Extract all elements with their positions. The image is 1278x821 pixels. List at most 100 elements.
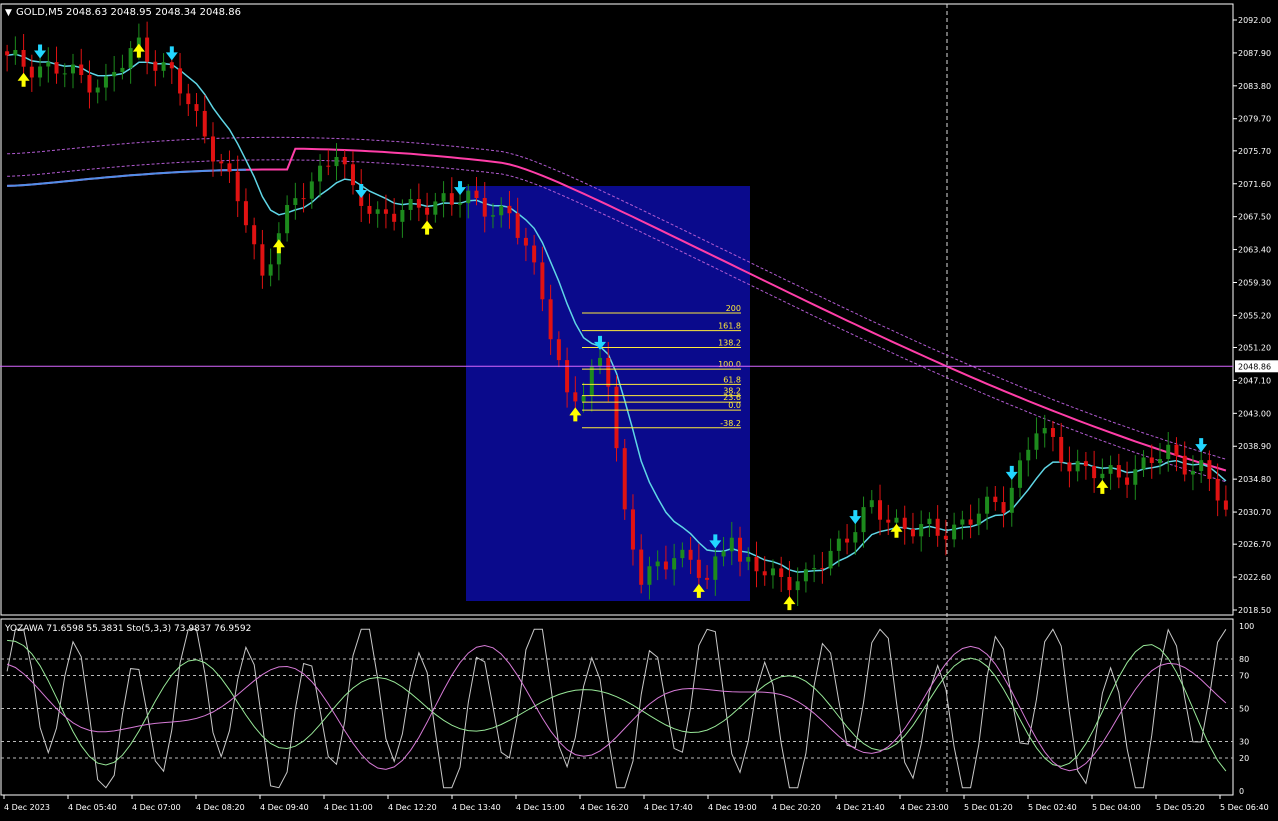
candle-body[interactable] (235, 171, 240, 202)
candle-body[interactable] (1158, 459, 1163, 463)
candle-body[interactable] (392, 213, 397, 222)
candle-body[interactable] (186, 93, 191, 105)
candle-body[interactable] (968, 519, 973, 525)
candle-body[interactable] (153, 61, 158, 71)
candle-body[interactable] (515, 213, 520, 238)
candle-body[interactable] (1092, 466, 1097, 479)
candle-body[interactable] (350, 164, 355, 186)
candle-body[interactable] (1034, 433, 1039, 450)
sell-arrow-icon[interactable] (165, 46, 178, 61)
candle-body[interactable] (128, 48, 133, 68)
candle-body[interactable] (260, 244, 265, 276)
candle-body[interactable] (499, 205, 504, 216)
candle-body[interactable] (70, 64, 75, 74)
candle-body[interactable] (38, 66, 43, 78)
sell-arrow-icon[interactable] (355, 183, 368, 198)
candle-body[interactable] (13, 49, 18, 56)
candle-body[interactable] (705, 577, 710, 580)
candle-body[interactable] (458, 203, 463, 205)
candle-body[interactable] (960, 519, 965, 525)
candle-body[interactable] (828, 550, 833, 569)
candle-body[interactable] (556, 339, 561, 361)
candle-body[interactable] (919, 524, 924, 537)
candle-body[interactable] (383, 209, 388, 214)
sell-arrow-icon[interactable] (1195, 438, 1208, 453)
candle-body[interactable] (770, 568, 775, 576)
candle-body[interactable] (202, 110, 207, 137)
candle-body[interactable] (400, 209, 405, 222)
candle-body[interactable] (803, 569, 808, 582)
candle-body[interactable] (268, 264, 273, 276)
candle-body[interactable] (252, 225, 257, 245)
sell-arrow-icon[interactable] (1005, 465, 1018, 480)
candle-body[interactable] (1067, 462, 1072, 472)
candle-body[interactable] (1190, 471, 1195, 475)
candle-body[interactable] (375, 209, 380, 214)
candle-body[interactable] (301, 198, 306, 200)
candle-body[interactable] (713, 556, 718, 580)
candle-body[interactable] (1009, 487, 1014, 513)
candle-body[interactable] (5, 51, 10, 56)
candle-body[interactable] (861, 507, 866, 533)
candle-body[interactable] (952, 524, 957, 540)
candle-body[interactable] (910, 528, 915, 537)
candle-body[interactable] (820, 568, 825, 570)
candle-body[interactable] (762, 571, 767, 576)
candle-body[interactable] (746, 556, 751, 562)
buy-arrow-icon[interactable] (132, 43, 145, 58)
candle-body[interactable] (178, 68, 183, 94)
candle-body[interactable] (565, 360, 570, 393)
candle-body[interactable] (243, 201, 248, 226)
candle-body[interactable] (145, 37, 150, 62)
candle-body[interactable] (490, 215, 495, 217)
candle-body[interactable] (210, 136, 215, 162)
candle-body[interactable] (878, 500, 883, 520)
candle-body[interactable] (62, 73, 67, 75)
candle-body[interactable] (1116, 465, 1121, 478)
candle-body[interactable] (622, 448, 627, 510)
candle-body[interactable] (927, 518, 932, 525)
candle-body[interactable] (845, 538, 850, 543)
candle-body[interactable] (326, 165, 331, 167)
candle-body[interactable] (532, 245, 537, 263)
candle-body[interactable] (1050, 428, 1055, 437)
candle-body[interactable] (1133, 469, 1138, 485)
candle-body[interactable] (589, 366, 594, 396)
candle-body[interactable] (1166, 444, 1171, 460)
candle-body[interactable] (663, 561, 668, 570)
candle-body[interactable] (1174, 444, 1179, 456)
candle-body[interactable] (639, 549, 644, 585)
candle-body[interactable] (976, 513, 981, 525)
candle-body[interactable] (935, 518, 940, 536)
candle-body[interactable] (647, 566, 652, 585)
buy-arrow-icon[interactable] (272, 239, 285, 254)
candle-body[interactable] (754, 556, 759, 572)
candle-body[interactable] (902, 517, 907, 529)
candle-body[interactable] (227, 163, 232, 172)
candle-body[interactable] (1141, 457, 1146, 470)
candle-body[interactable] (894, 517, 899, 523)
candle-body[interactable] (87, 75, 92, 93)
sell-arrow-icon[interactable] (849, 510, 862, 525)
candle-body[interactable] (342, 156, 347, 165)
buy-arrow-icon[interactable] (17, 72, 30, 87)
candle-body[interactable] (507, 205, 512, 214)
candle-body[interactable] (1026, 449, 1031, 461)
candle-body[interactable] (672, 558, 677, 570)
candle-body[interactable] (416, 199, 421, 208)
candle-body[interactable] (1083, 461, 1088, 467)
candle-body[interactable] (1001, 502, 1006, 513)
candle-body[interactable] (1149, 457, 1154, 463)
candle-body[interactable] (318, 165, 323, 182)
candle-body[interactable] (581, 395, 586, 402)
candle-body[interactable] (836, 538, 841, 551)
candle-body[interactable] (54, 62, 59, 74)
candle-body[interactable] (433, 201, 438, 215)
sell-arrow-icon[interactable] (34, 44, 47, 59)
candle-body[interactable] (606, 357, 611, 387)
candle-body[interactable] (523, 237, 528, 246)
sell-arrow-icon[interactable] (454, 181, 467, 196)
candle-body[interactable] (680, 549, 685, 559)
candle-body[interactable] (886, 519, 891, 523)
candle-body[interactable] (482, 198, 487, 217)
